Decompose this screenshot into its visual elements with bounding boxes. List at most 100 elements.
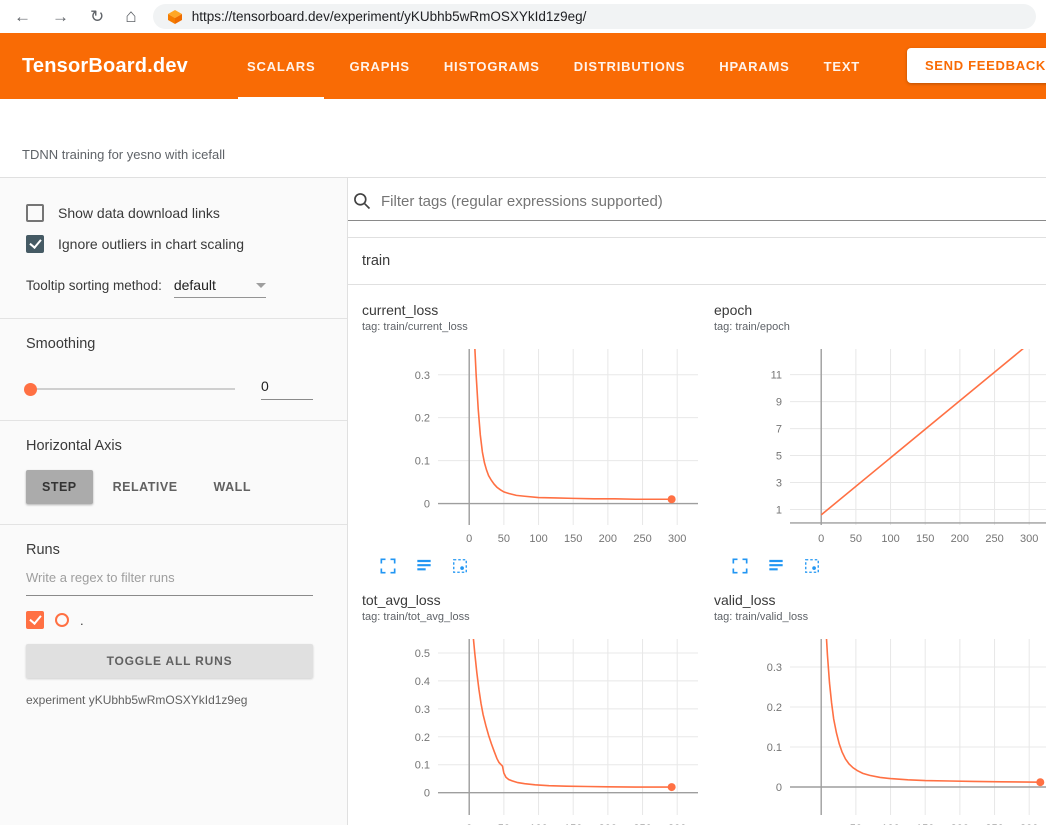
tensorboard-header: TensorBoard.dev SCALARS GRAPHS HISTOGRAM… xyxy=(0,33,1046,99)
svg-text:150: 150 xyxy=(916,533,934,545)
svg-text:300: 300 xyxy=(668,533,686,545)
checkbox-checked-icon[interactable] xyxy=(26,235,44,253)
pin-chart-icon[interactable] xyxy=(450,556,470,576)
tooltip-sorting-value: default xyxy=(174,277,216,293)
svg-text:0.3: 0.3 xyxy=(415,370,430,382)
chart-card: valid_loss tag: train/valid_loss 5010015… xyxy=(714,592,1046,825)
dropdown-caret-icon xyxy=(256,283,266,288)
svg-text:0.3: 0.3 xyxy=(767,662,782,674)
train-section-card: train current_loss tag: train/current_lo… xyxy=(348,237,1046,825)
checkbox-unchecked-icon[interactable] xyxy=(26,204,44,222)
tag-filter-input[interactable] xyxy=(381,193,1046,210)
tab-scalars[interactable]: SCALARS xyxy=(230,33,332,99)
show-download-links-label: Show data download links xyxy=(58,205,220,221)
train-section-label: train xyxy=(362,253,390,269)
main-panel: train current_loss tag: train/current_lo… xyxy=(348,178,1046,825)
line-chart[interactable]: 05010015020025030000.10.20.30.40.5 xyxy=(362,633,702,825)
svg-text:250: 250 xyxy=(633,533,651,545)
svg-text:0: 0 xyxy=(818,533,824,545)
browser-toolbar: ← → ↻ ⌂ https://tensorboard.dev/experime… xyxy=(0,0,1046,33)
chart-title: current_loss xyxy=(362,302,714,318)
address-bar[interactable]: https://tensorboard.dev/experiment/yKUbh… xyxy=(153,4,1036,29)
chart-tag: tag: train/epoch xyxy=(714,321,1046,333)
relative-axis-button[interactable]: RELATIVE xyxy=(97,470,194,504)
line-chart[interactable]: 0501001502002503001357911 xyxy=(714,343,1046,551)
svg-text:0.4: 0.4 xyxy=(415,676,430,688)
settings-sidebar: Show data download links Ignore outliers… xyxy=(0,178,348,825)
reload-icon[interactable]: ↻ xyxy=(90,8,104,25)
chart-tag: tag: train/tot_avg_loss xyxy=(362,611,714,623)
forward-icon[interactable]: → xyxy=(52,8,69,25)
svg-text:0.5: 0.5 xyxy=(415,648,430,660)
app-window: ← → ↻ ⌂ https://tensorboard.dev/experime… xyxy=(0,0,1046,825)
ignore-outliers-row[interactable]: Ignore outliers in chart scaling xyxy=(26,235,313,253)
experiment-bar: TDNN training for yesno with icefall xyxy=(0,99,1046,178)
tab-histograms[interactable]: HISTOGRAMS xyxy=(427,33,557,99)
svg-text:5: 5 xyxy=(776,451,782,463)
step-axis-button[interactable]: STEP xyxy=(26,470,93,504)
line-chart[interactable]: 05010015020025030000.10.20.3 xyxy=(362,343,702,551)
url-text: https://tensorboard.dev/experiment/yKUbh… xyxy=(192,9,587,24)
svg-text:0.2: 0.2 xyxy=(415,732,430,744)
run-list-item[interactable]: . xyxy=(26,611,313,629)
smoothing-label: Smoothing xyxy=(26,336,313,352)
svg-text:200: 200 xyxy=(951,533,969,545)
header-tabs: SCALARS GRAPHS HISTOGRAMS DISTRIBUTIONS … xyxy=(230,33,877,99)
send-feedback-button[interactable]: SEND FEEDBACK xyxy=(907,48,1046,83)
smoothing-slider-knob[interactable] xyxy=(24,383,37,396)
horizontal-axis-label: Horizontal Axis xyxy=(26,438,313,454)
pin-chart-icon[interactable] xyxy=(802,556,822,576)
tab-distributions[interactable]: DISTRIBUTIONS xyxy=(557,33,703,99)
svg-text:300: 300 xyxy=(1020,533,1038,545)
svg-text:0: 0 xyxy=(424,788,430,800)
svg-text:0.1: 0.1 xyxy=(767,742,782,754)
run-name: . xyxy=(80,613,84,628)
smoothing-value-input[interactable]: 0 xyxy=(261,378,313,400)
svg-text:0.1: 0.1 xyxy=(415,760,430,772)
train-section-header[interactable]: train xyxy=(348,238,1046,285)
chart-tag: tag: train/current_loss xyxy=(362,321,714,333)
back-icon[interactable]: ← xyxy=(14,8,31,25)
smoothing-slider[interactable] xyxy=(26,388,235,390)
line-chart[interactable]: 5010015020025030000.10.20.3 xyxy=(714,633,1046,825)
svg-text:50: 50 xyxy=(850,533,862,545)
svg-text:7: 7 xyxy=(776,424,782,436)
svg-text:9: 9 xyxy=(776,397,782,409)
run-checkbox-icon[interactable] xyxy=(26,611,44,629)
svg-text:100: 100 xyxy=(881,533,899,545)
tensorboard-favicon xyxy=(167,9,183,25)
svg-text:0: 0 xyxy=(776,782,782,794)
expand-chart-icon[interactable] xyxy=(730,556,750,576)
expand-chart-icon[interactable] xyxy=(378,556,398,576)
svg-text:0: 0 xyxy=(466,533,472,545)
chart-title: epoch xyxy=(714,302,1046,318)
svg-text:0.3: 0.3 xyxy=(415,704,430,716)
tooltip-sorting-label: Tooltip sorting method: xyxy=(26,278,162,293)
fit-domain-icon[interactable] xyxy=(414,556,434,576)
chart-card: epoch tag: train/epoch 05010015020025030… xyxy=(714,302,1046,576)
svg-text:3: 3 xyxy=(776,478,782,490)
svg-text:1: 1 xyxy=(776,504,782,516)
chart-actions xyxy=(714,556,1046,576)
wall-axis-button[interactable]: WALL xyxy=(198,470,267,504)
search-icon xyxy=(352,191,372,211)
fit-domain-icon[interactable] xyxy=(766,556,786,576)
run-color-circle-icon xyxy=(55,613,69,627)
home-icon[interactable]: ⌂ xyxy=(125,7,136,26)
experiment-title: TDNN training for yesno with icefall xyxy=(22,147,225,162)
svg-text:150: 150 xyxy=(564,533,582,545)
charts-grid: current_loss tag: train/current_loss 050… xyxy=(348,285,1046,825)
tab-text[interactable]: TEXT xyxy=(807,33,877,99)
show-download-links-row[interactable]: Show data download links xyxy=(26,204,313,222)
svg-text:100: 100 xyxy=(529,533,547,545)
chart-tag: tag: train/valid_loss xyxy=(714,611,1046,623)
chart-card: current_loss tag: train/current_loss 0 50… xyxy=(362,302,714,576)
runs-filter-input[interactable] xyxy=(26,562,313,596)
svg-text:200: 200 xyxy=(599,533,617,545)
svg-text:50: 50 xyxy=(498,533,510,545)
tab-graphs[interactable]: GRAPHS xyxy=(332,33,426,99)
chart-title: valid_loss xyxy=(714,592,1046,608)
tooltip-sorting-dropdown[interactable]: default xyxy=(174,277,266,298)
tab-hparams[interactable]: HPARAMS xyxy=(702,33,806,99)
toggle-all-runs-button[interactable]: TOGGLE ALL RUNS xyxy=(26,644,313,678)
